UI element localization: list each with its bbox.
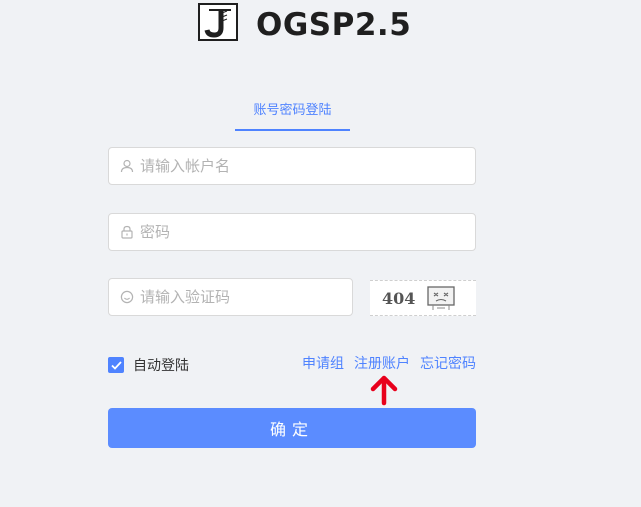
password-field[interactable] [108,213,476,251]
username-field[interactable] [108,147,476,185]
tab-active-indicator [235,129,350,131]
confirm-button[interactable]: 确定 [108,408,476,448]
captcha-field[interactable] [108,278,353,316]
checkbox-checked-icon[interactable] [108,357,124,373]
register-account-link[interactable]: 注册账户 [354,355,410,373]
password-input[interactable] [140,214,475,250]
logo-j-icon [204,9,231,38]
username-input[interactable] [140,148,475,184]
lock-icon [120,225,134,239]
app-title: OGSP2.5 [256,7,412,43]
remember-me-checkbox[interactable]: 自动登陆 [108,355,189,375]
broken-image-icon [427,286,456,310]
smiley-icon [120,290,134,304]
captcha-input[interactable] [140,279,352,315]
captcha-image-text: 404 [382,288,416,308]
captcha-image[interactable]: 404 [370,280,476,316]
user-icon [120,159,134,173]
tab-account-password-login[interactable]: 账号密码登陆 [235,98,350,131]
forgot-password-link[interactable]: 忘记密码 [420,355,476,373]
remember-me-label: 自动登陆 [133,358,189,374]
app-logo [198,3,238,41]
red-arrow-up-icon [370,375,398,406]
apply-group-link[interactable]: 申请组 [302,355,344,373]
